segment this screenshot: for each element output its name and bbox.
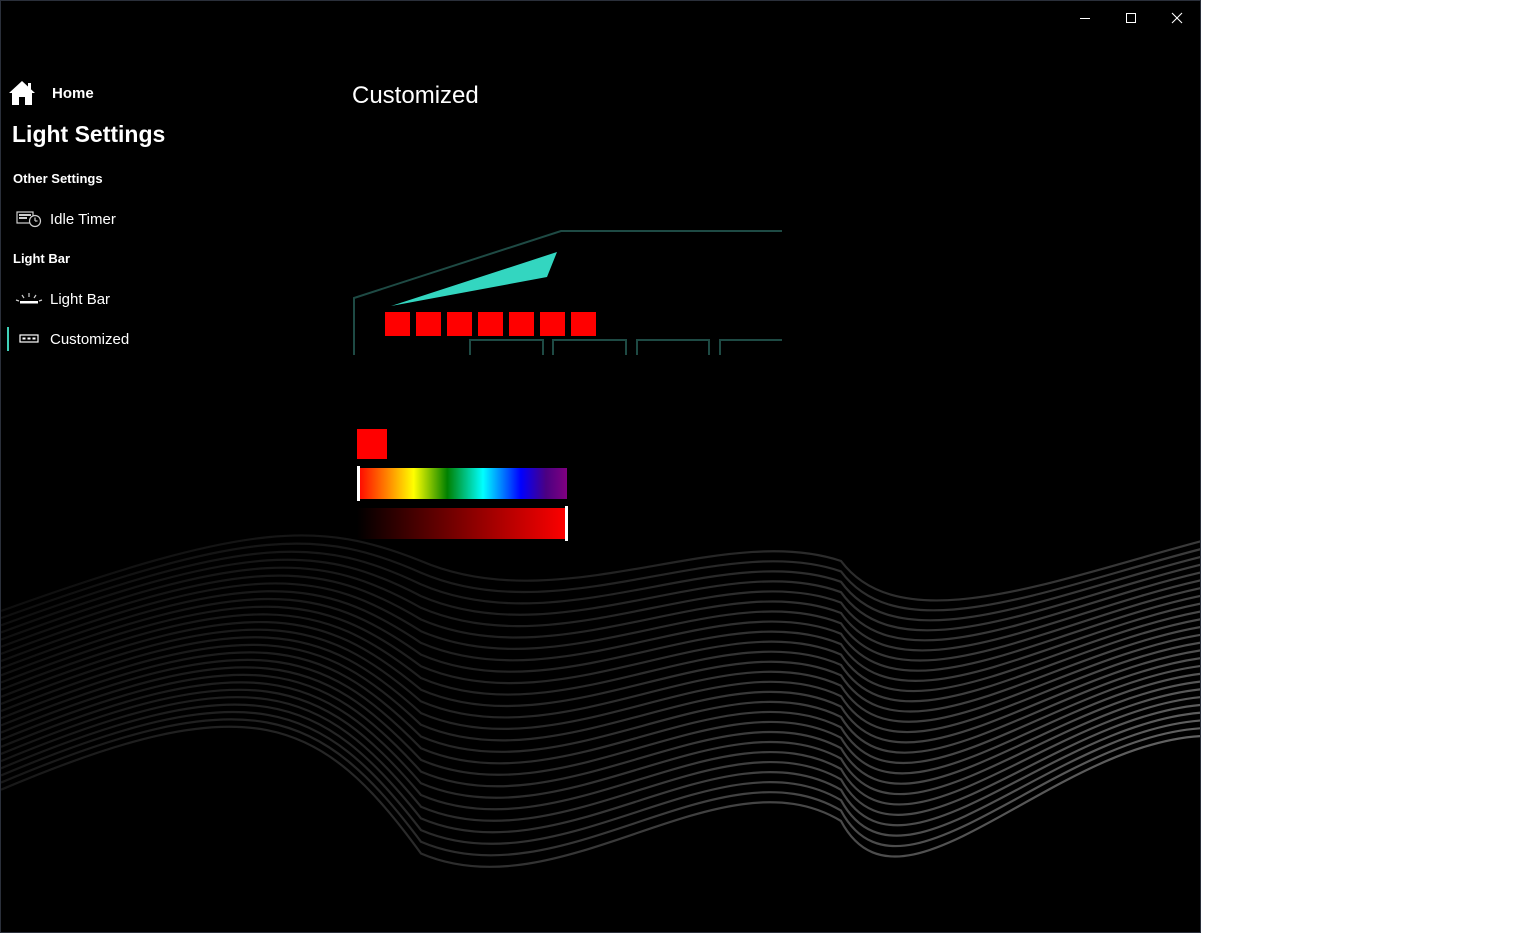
nav-item-label: Light Bar <box>50 290 111 308</box>
app-window: Home Light Settings Other Settings Idle … <box>0 0 1201 933</box>
led-zone-4[interactable] <box>478 312 503 336</box>
maximize-button[interactable] <box>1108 1 1154 35</box>
wave-line <box>1 681 1200 799</box>
wave-line <box>1 542 1200 620</box>
close-button[interactable] <box>1154 1 1200 35</box>
wave-line <box>1 613 1200 703</box>
wave-line <box>1 628 1200 723</box>
wave-line <box>1 597 1200 682</box>
selected-color-swatch <box>357 429 387 459</box>
wave-line <box>1 566 1200 642</box>
wave-line <box>1 621 1200 713</box>
group-header-light-bar: Light Bar <box>13 251 71 266</box>
wave-line <box>1 666 1200 776</box>
wave-line <box>1 574 1200 652</box>
wave-line <box>1 725 1200 868</box>
wave-line <box>1 636 1200 734</box>
nav-item-customized[interactable]: Customized <box>7 321 307 357</box>
light-bar-icon <box>15 291 43 307</box>
nav-item-label: Idle Timer <box>50 210 116 228</box>
wave-line <box>1 673 1200 788</box>
group-header-other-settings: Other Settings <box>13 171 103 186</box>
wave-line <box>1 558 1200 634</box>
wave-line <box>1 710 1200 845</box>
wave-line <box>1 590 1200 672</box>
led-zone-3[interactable] <box>447 312 472 336</box>
brightness-slider-thumb[interactable] <box>565 506 568 541</box>
home-label: Home <box>52 84 94 102</box>
led-zone-2[interactable] <box>416 312 441 336</box>
wave-line <box>1 605 1200 693</box>
close-icon <box>1171 12 1183 24</box>
wave-line <box>1 703 1200 834</box>
wave-line <box>1 718 1200 857</box>
home-button[interactable]: Home <box>8 80 94 106</box>
wave-line <box>1 651 1200 754</box>
background-wave-pattern <box>1 534 1200 868</box>
wave-line <box>1 696 1200 822</box>
customized-icon <box>15 333 43 345</box>
brightness-slider[interactable] <box>357 506 568 541</box>
idle-timer-icon <box>15 210 43 228</box>
app-title: Light Settings <box>12 121 166 147</box>
led-zone-5[interactable] <box>509 312 534 336</box>
wave-line <box>1 643 1200 744</box>
led-zone-1[interactable] <box>385 312 410 336</box>
nav-item-light-bar[interactable]: Light Bar <box>7 281 307 317</box>
maximize-icon <box>1126 13 1136 23</box>
wave-line <box>1 688 1200 811</box>
page-title: Customized <box>352 82 479 109</box>
led-zone-7[interactable] <box>571 312 596 336</box>
home-icon <box>9 81 35 105</box>
wave-line <box>1 550 1200 627</box>
wave-line <box>1 658 1200 765</box>
led-zone-6[interactable] <box>540 312 565 336</box>
nav-item-idle-timer[interactable]: Idle Timer <box>7 201 307 237</box>
device-outline <box>353 230 782 355</box>
wave-line <box>1 582 1200 662</box>
minimize-button[interactable] <box>1062 1 1108 35</box>
nav-item-label: Customized <box>50 330 130 348</box>
hue-slider[interactable] <box>357 466 567 501</box>
minimize-icon <box>1080 18 1090 19</box>
wave-line <box>1 534 1200 613</box>
window-caption-buttons <box>1062 1 1200 35</box>
hue-slider-thumb[interactable] <box>357 466 360 501</box>
